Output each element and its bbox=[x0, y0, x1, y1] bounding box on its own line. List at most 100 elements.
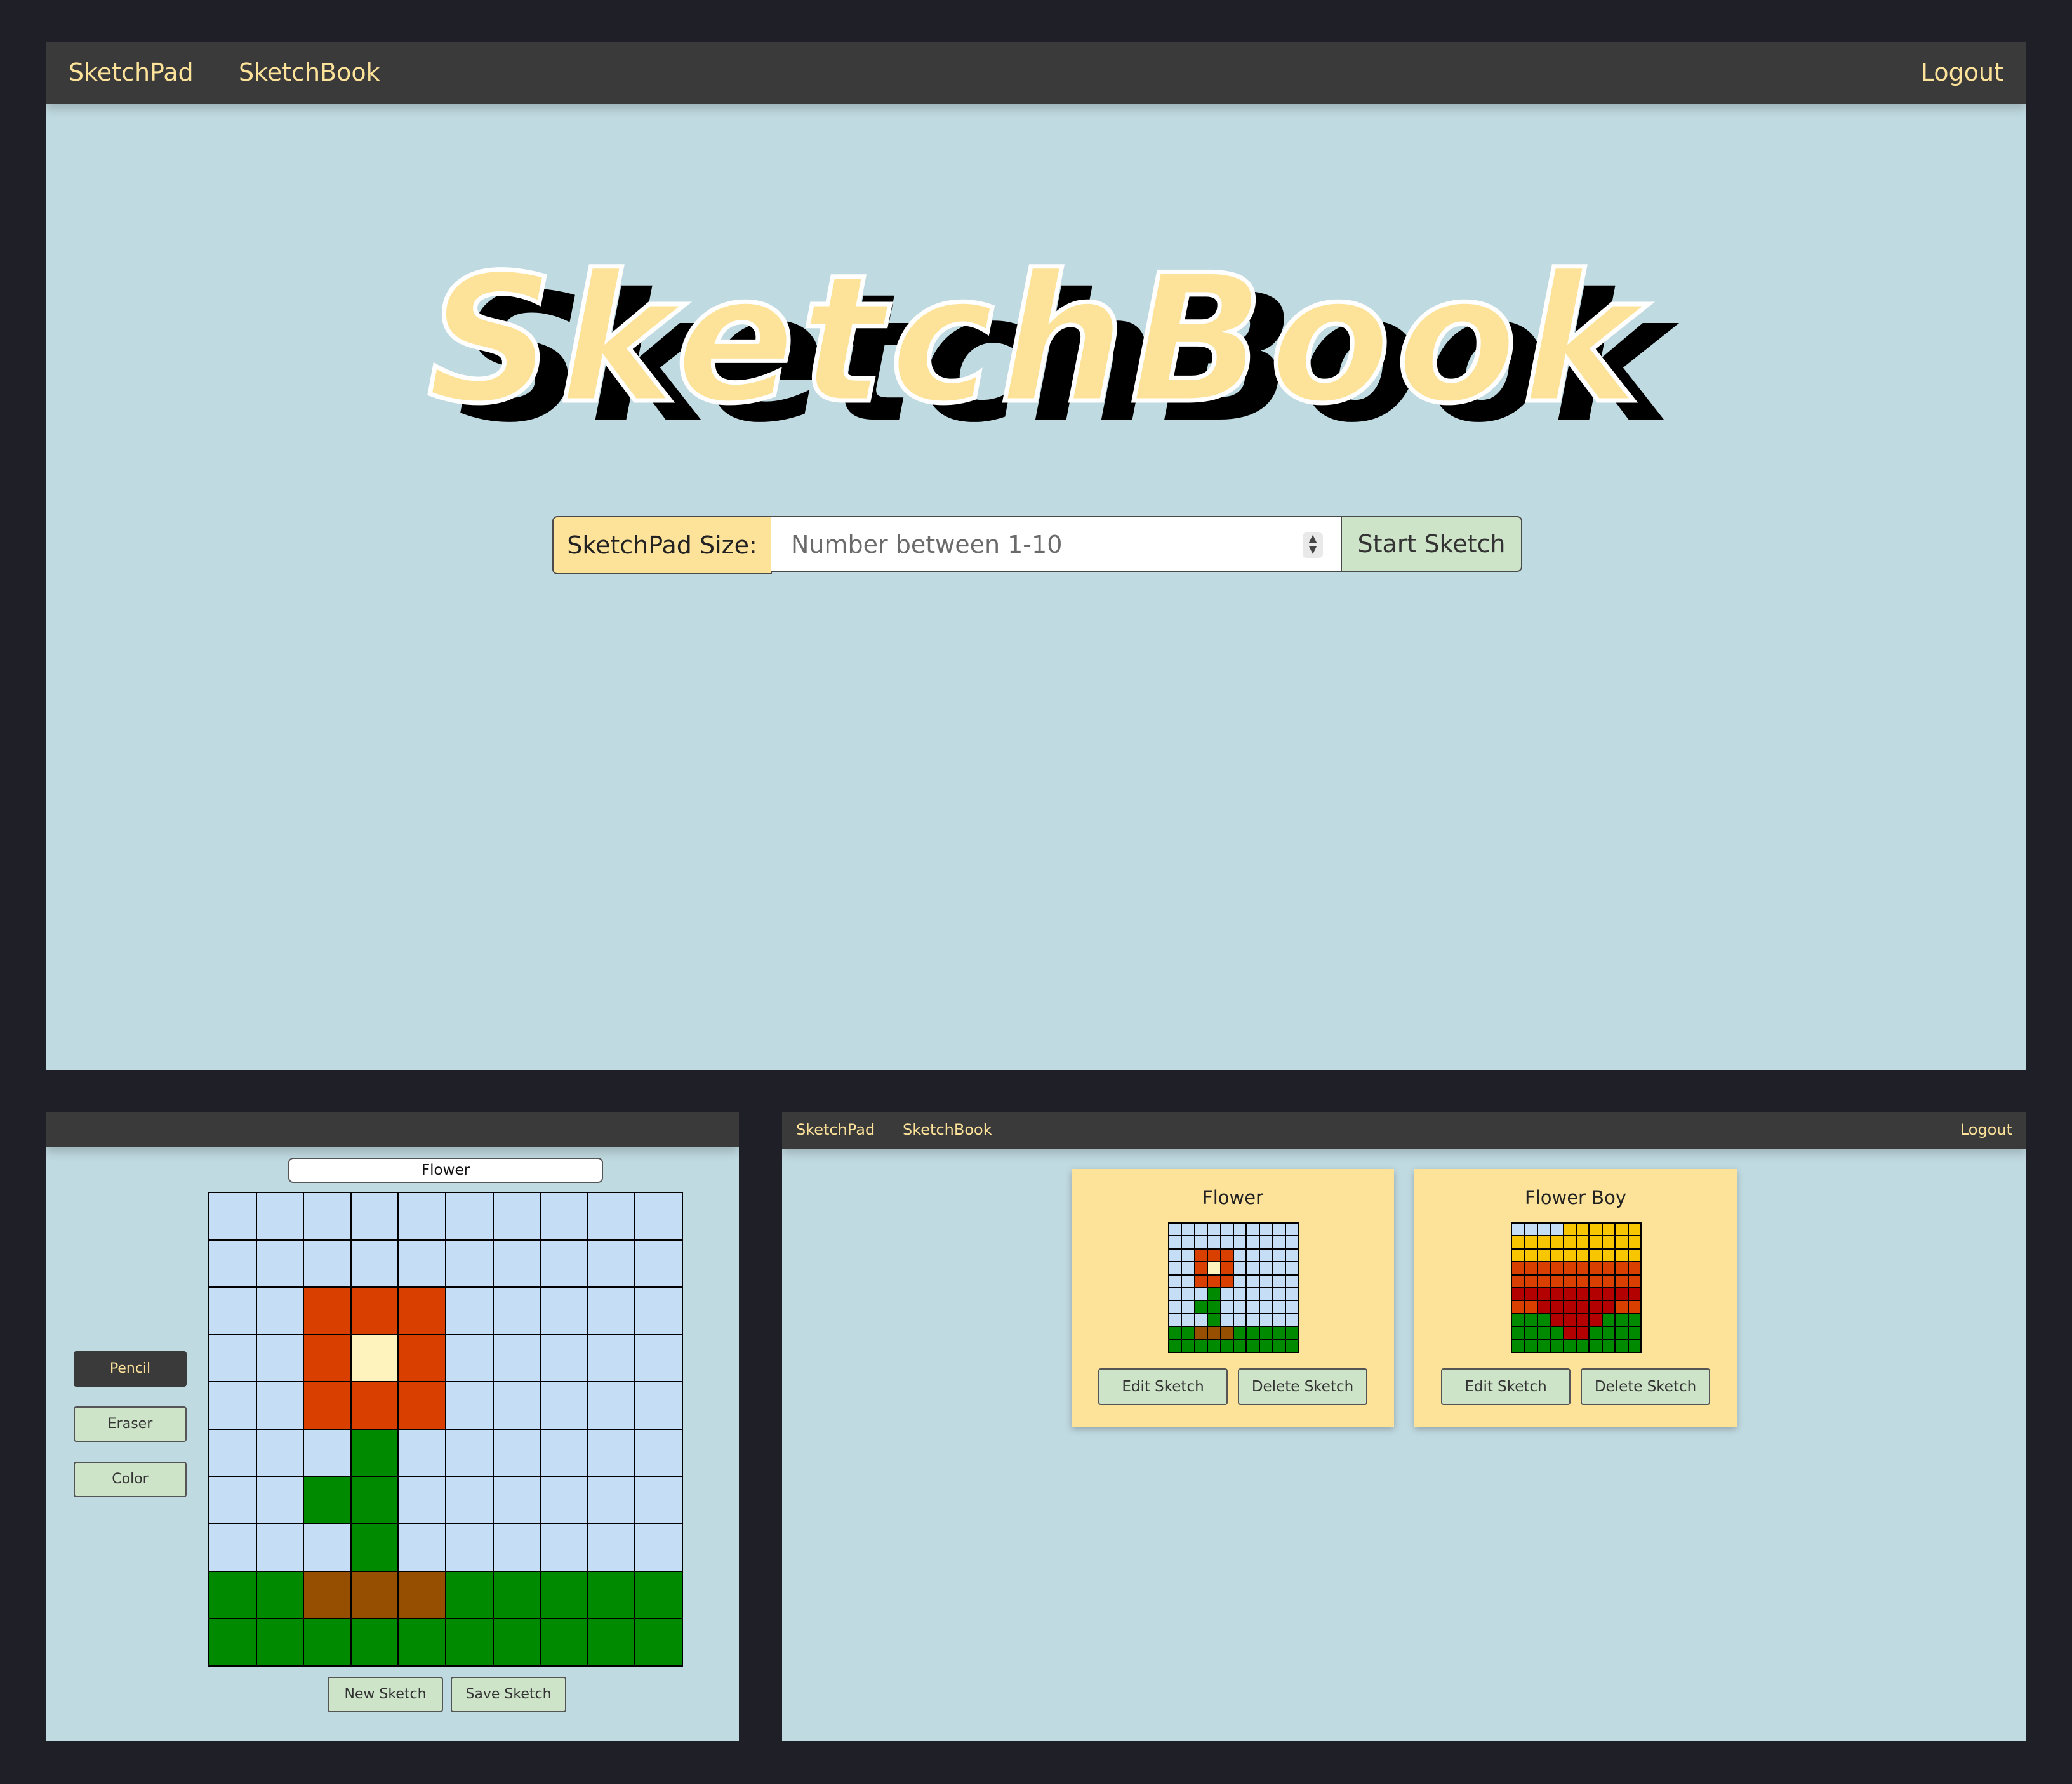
grid-cell[interactable] bbox=[350, 1618, 399, 1666]
grid-cell[interactable] bbox=[540, 1524, 588, 1571]
grid-cell[interactable] bbox=[635, 1239, 682, 1288]
sketch-name-input[interactable]: Flower bbox=[288, 1158, 603, 1183]
grid-cell[interactable] bbox=[540, 1618, 588, 1666]
grid-cell[interactable] bbox=[303, 1193, 351, 1240]
grid-cell[interactable] bbox=[635, 1524, 682, 1571]
grid-cell[interactable] bbox=[398, 1382, 446, 1429]
grid-cell[interactable] bbox=[350, 1524, 399, 1571]
edit-sketch-button[interactable]: Edit Sketch bbox=[1098, 1368, 1228, 1405]
delete-sketch-button[interactable]: Delete Sketch bbox=[1238, 1368, 1367, 1405]
grid-cell[interactable] bbox=[445, 1239, 493, 1288]
grid-cell[interactable] bbox=[540, 1287, 588, 1335]
grid-cell[interactable] bbox=[398, 1571, 446, 1619]
grid-cell[interactable] bbox=[303, 1429, 351, 1477]
number-spinner-icon[interactable]: ▲ ▼ bbox=[1303, 532, 1323, 558]
grid-cell[interactable] bbox=[540, 1193, 588, 1240]
nav-logout-link[interactable]: Logout bbox=[1921, 58, 2003, 86]
grid-cell[interactable] bbox=[350, 1334, 399, 1382]
grid-cell[interactable] bbox=[587, 1239, 635, 1288]
grid-cell[interactable] bbox=[493, 1334, 541, 1382]
grid-cell[interactable] bbox=[540, 1334, 588, 1382]
sketchpad-size-input[interactable] bbox=[790, 517, 1275, 572]
grid-cell[interactable] bbox=[587, 1429, 635, 1477]
grid-cell[interactable] bbox=[493, 1618, 541, 1666]
grid-cell[interactable] bbox=[540, 1429, 588, 1477]
grid-cell[interactable] bbox=[445, 1382, 493, 1429]
grid-cell[interactable] bbox=[303, 1239, 351, 1288]
grid-cell[interactable] bbox=[303, 1287, 351, 1335]
grid-cell[interactable] bbox=[635, 1287, 682, 1335]
start-sketch-button[interactable]: Start Sketch bbox=[1341, 516, 1522, 572]
grid-cell[interactable] bbox=[398, 1239, 446, 1288]
grid-cell[interactable] bbox=[303, 1382, 351, 1429]
grid-cell[interactable] bbox=[209, 1429, 256, 1477]
grid-cell[interactable] bbox=[303, 1334, 351, 1382]
grid-cell[interactable] bbox=[493, 1287, 541, 1335]
grid-cell[interactable] bbox=[256, 1571, 304, 1619]
grid-cell[interactable] bbox=[209, 1524, 256, 1571]
grid-cell[interactable] bbox=[587, 1193, 635, 1240]
sketch-grid[interactable] bbox=[208, 1192, 683, 1667]
grid-cell[interactable] bbox=[493, 1429, 541, 1477]
grid-cell[interactable] bbox=[445, 1193, 493, 1240]
grid-cell[interactable] bbox=[493, 1239, 541, 1288]
grid-cell[interactable] bbox=[635, 1618, 682, 1666]
grid-cell[interactable] bbox=[445, 1429, 493, 1477]
grid-cell[interactable] bbox=[540, 1476, 588, 1524]
grid-cell[interactable] bbox=[256, 1524, 304, 1571]
grid-cell[interactable] bbox=[493, 1571, 541, 1619]
grid-cell[interactable] bbox=[445, 1618, 493, 1666]
grid-cell[interactable] bbox=[587, 1287, 635, 1335]
grid-cell[interactable] bbox=[540, 1382, 588, 1429]
grid-cell[interactable] bbox=[493, 1524, 541, 1571]
grid-cell[interactable] bbox=[209, 1239, 256, 1288]
grid-cell[interactable] bbox=[587, 1382, 635, 1429]
nav-sketchpad-link[interactable]: SketchPad bbox=[796, 1121, 875, 1139]
grid-cell[interactable] bbox=[398, 1429, 446, 1477]
grid-cell[interactable] bbox=[587, 1476, 635, 1524]
grid-cell[interactable] bbox=[398, 1524, 446, 1571]
save-sketch-button[interactable]: Save Sketch bbox=[451, 1677, 566, 1712]
grid-cell[interactable] bbox=[209, 1476, 256, 1524]
grid-cell[interactable] bbox=[398, 1193, 446, 1240]
edit-sketch-button[interactable]: Edit Sketch bbox=[1441, 1368, 1571, 1405]
grid-cell[interactable] bbox=[635, 1476, 682, 1524]
grid-cell[interactable] bbox=[350, 1382, 399, 1429]
grid-cell[interactable] bbox=[493, 1382, 541, 1429]
grid-cell[interactable] bbox=[350, 1571, 399, 1619]
grid-cell[interactable] bbox=[350, 1193, 399, 1240]
grid-cell[interactable] bbox=[303, 1524, 351, 1571]
grid-cell[interactable] bbox=[350, 1429, 399, 1477]
grid-cell[interactable] bbox=[209, 1287, 256, 1335]
color-tool-button[interactable]: Color bbox=[74, 1462, 187, 1497]
grid-cell[interactable] bbox=[209, 1618, 256, 1666]
nav-sketchpad-link[interactable]: SketchPad bbox=[69, 58, 194, 86]
grid-cell[interactable] bbox=[635, 1429, 682, 1477]
grid-cell[interactable] bbox=[445, 1524, 493, 1571]
grid-cell[interactable] bbox=[398, 1287, 446, 1335]
grid-cell[interactable] bbox=[256, 1334, 304, 1382]
grid-cell[interactable] bbox=[256, 1287, 304, 1335]
spinner-down-icon[interactable]: ▼ bbox=[1303, 544, 1323, 555]
grid-cell[interactable] bbox=[209, 1382, 256, 1429]
grid-cell[interactable] bbox=[587, 1618, 635, 1666]
grid-cell[interactable] bbox=[540, 1571, 588, 1619]
grid-cell[interactable] bbox=[350, 1287, 399, 1335]
grid-cell[interactable] bbox=[256, 1429, 304, 1477]
grid-cell[interactable] bbox=[350, 1476, 399, 1524]
pencil-tool-button[interactable]: Pencil bbox=[74, 1351, 187, 1387]
grid-cell[interactable] bbox=[256, 1382, 304, 1429]
grid-cell[interactable] bbox=[587, 1571, 635, 1619]
grid-cell[interactable] bbox=[445, 1476, 493, 1524]
grid-cell[interactable] bbox=[635, 1571, 682, 1619]
grid-cell[interactable] bbox=[445, 1571, 493, 1619]
grid-cell[interactable] bbox=[587, 1524, 635, 1571]
grid-cell[interactable] bbox=[256, 1239, 304, 1288]
grid-cell[interactable] bbox=[540, 1239, 588, 1288]
grid-cell[interactable] bbox=[209, 1334, 256, 1382]
eraser-tool-button[interactable]: Eraser bbox=[74, 1406, 187, 1442]
grid-cell[interactable] bbox=[635, 1334, 682, 1382]
nav-sketchbook-link[interactable]: SketchBook bbox=[239, 58, 380, 86]
grid-cell[interactable] bbox=[493, 1476, 541, 1524]
grid-cell[interactable] bbox=[398, 1334, 446, 1382]
